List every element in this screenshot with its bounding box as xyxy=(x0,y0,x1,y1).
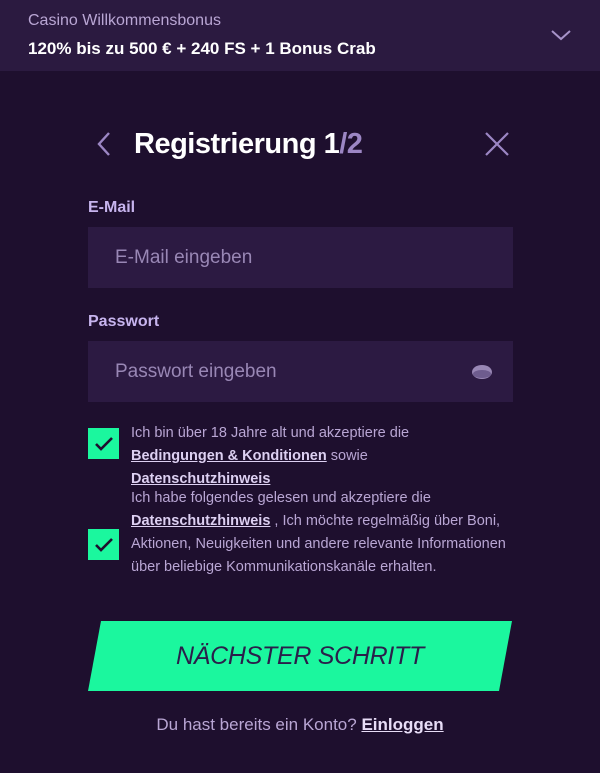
password-input[interactable] xyxy=(88,341,513,402)
title-text: Registrierung xyxy=(134,128,317,160)
privacy-link[interactable]: Datenschutzhinweis xyxy=(131,471,270,487)
terms-link[interactable]: Bedingungen & Konditionen xyxy=(131,448,327,464)
terms-text-before: Ich bin über 18 Jahre alt und akzeptiere… xyxy=(131,425,410,441)
close-button[interactable] xyxy=(482,129,512,159)
bonus-title: 120% bis zu 500 € + 240 FS + 1 Bonus Cra… xyxy=(28,39,376,58)
bonus-banner[interactable]: Casino Willkommensbonus 120% bis zu 500 … xyxy=(0,0,600,71)
terms-text-middle: sowie xyxy=(330,448,368,464)
back-button[interactable] xyxy=(88,127,120,161)
email-label: E-Mail xyxy=(88,199,136,216)
check-icon xyxy=(94,537,113,552)
check-icon xyxy=(94,436,113,451)
marketing-text-before: Ich habe folgendes gelesen und akzeptier… xyxy=(131,490,431,506)
marketing-consent-text: Ich habe folgendes gelesen und akzeptier… xyxy=(131,487,511,579)
marketing-checkbox[interactable] xyxy=(88,529,119,560)
next-step-button[interactable]: NÄCHSTER SCHRITT xyxy=(88,621,512,691)
chevron-left-icon xyxy=(97,132,110,156)
step-total: 2 xyxy=(346,128,363,160)
email-input[interactable] xyxy=(88,227,513,288)
password-label: Passwort xyxy=(88,313,160,330)
terms-consent-text: Ich bin über 18 Jahre alt und akzeptiere… xyxy=(131,422,511,491)
step-current: 1 xyxy=(323,128,340,160)
login-prompt: Du hast bereits ein Konto? Einloggen xyxy=(88,715,512,735)
step-separator: / xyxy=(339,128,347,160)
login-link[interactable]: Einloggen xyxy=(361,715,443,734)
terms-checkbox[interactable] xyxy=(88,428,119,459)
login-prompt-text: Du hast bereits ein Konto? xyxy=(156,715,357,734)
eye-icon[interactable] xyxy=(470,362,494,382)
close-icon xyxy=(485,132,509,156)
registration-panel: Registrierung 1/2 E-Mail Passwort Ich bi… xyxy=(88,71,514,773)
page-title: Registrierung 1/2 xyxy=(134,127,363,161)
bonus-subtitle: Casino Willkommensbonus xyxy=(28,12,221,29)
next-step-label: NÄCHSTER SCHRITT xyxy=(176,641,424,670)
chevron-down-icon[interactable] xyxy=(549,24,573,46)
marketing-privacy-link[interactable]: Datenschutzhinweis xyxy=(131,513,270,529)
